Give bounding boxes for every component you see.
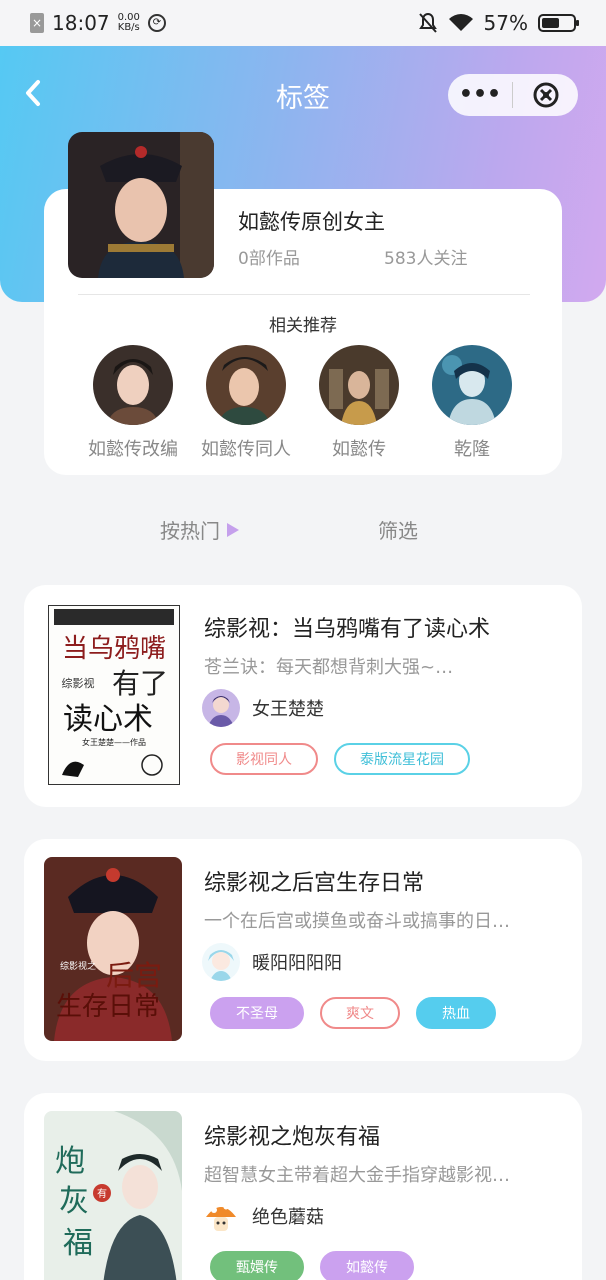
related-avatar <box>319 345 399 425</box>
book-tag[interactable]: 爽文 <box>320 997 400 1029</box>
wifi-icon <box>448 14 473 31</box>
net-speed-unit: KB/s <box>117 22 140 33</box>
book-cover: 当乌鸦嘴 综影视 有了 读心术 女王楚楚——作品 <box>48 605 180 785</box>
close-button[interactable] <box>513 81 578 109</box>
book-description: 一个在后宫或摸鱼或奋斗或搞事的日… <box>204 911 510 932</box>
book-tag[interactable]: 如懿传 <box>320 1251 414 1280</box>
play-triangle-icon <box>227 522 239 537</box>
book-tags: 影视同人 泰版流星花园 <box>210 743 470 775</box>
related-avatar <box>206 345 286 425</box>
tag-cover-image <box>68 132 214 278</box>
related-label: 乾隆 <box>454 439 490 460</box>
author-name: 绝色蘑菇 <box>252 1207 324 1228</box>
tag-works-count: 0部作品 <box>238 249 300 269</box>
book-author: 女王楚楚 <box>202 689 324 727</box>
book-cover: 炮 灰 福 有 <box>44 1111 182 1280</box>
battery-percent: 57% <box>483 11 528 35</box>
no-sim-icon: × <box>30 13 44 33</box>
related-avatar <box>432 345 512 425</box>
book-title: 综影视之后宫生存日常 <box>204 871 425 896</box>
mute-bell-icon <box>418 12 437 33</box>
book-tags: 甄嬛传 如懿传 <box>210 1251 414 1280</box>
author-avatar <box>202 689 240 727</box>
sort-hot-label: 按热门 <box>160 519 220 543</box>
related-item[interactable]: 如懿传 <box>299 345 419 461</box>
related-item[interactable]: 如懿传改编 <box>73 345 193 461</box>
author-avatar <box>202 943 240 981</box>
cover-text: 有了 <box>112 667 168 700</box>
net-speed: 0.00 KB/s <box>118 13 140 33</box>
author-avatar <box>202 1197 240 1235</box>
cover-text: 当乌鸦嘴 <box>62 634 166 664</box>
book-card[interactable]: 后宫 生存日常 综影视之 综影视之后宫生存日常 一个在后宫或摸鱼或奋斗或搞事的日… <box>24 839 582 1061</box>
book-card[interactable]: 当乌鸦嘴 综影视 有了 读心术 女王楚楚——作品 综影视：当乌鸦嘴有了读心术 苍… <box>24 585 582 807</box>
sort-hot-button[interactable]: 按热门 <box>160 515 240 544</box>
cover-text: 读心术 <box>63 702 153 737</box>
cover-text: 生存日常 <box>56 992 160 1022</box>
status-bar: × 18:07 0.00 KB/s ⟳ 57% <box>0 0 606 46</box>
related-title: 相关推荐 <box>269 316 337 336</box>
tag-name: 如懿传原创女主 <box>238 210 385 234</box>
book-title: 综影视：当乌鸦嘴有了读心术 <box>204 617 491 642</box>
cover-text: 有 <box>97 1187 107 1200</box>
book-author: 暖阳阳阳阳 <box>202 943 342 981</box>
author-name: 暖阳阳阳阳 <box>252 953 342 974</box>
miniapp-capsule: ••• <box>448 74 578 116</box>
book-tag[interactable]: 影视同人 <box>210 743 318 775</box>
book-tag[interactable]: 不圣母 <box>210 997 304 1029</box>
book-tag[interactable]: 甄嬛传 <box>210 1251 304 1280</box>
more-button[interactable]: ••• <box>448 84 512 106</box>
battery-fill <box>542 18 560 28</box>
filter-button[interactable]: 筛选 <box>378 515 418 544</box>
book-description: 苍兰诀：每天都想背刺大强~… <box>204 657 454 678</box>
related-avatar <box>93 345 173 425</box>
cover-text: 女王楚楚——作品 <box>82 737 146 747</box>
sync-icon: ⟳ <box>147 14 166 32</box>
related-label: 如懿传同人 <box>201 439 291 460</box>
cover-text: 福 <box>63 1226 93 1261</box>
book-tag[interactable]: 热血 <box>416 997 496 1029</box>
related-item[interactable]: 乾隆 <box>412 345 532 461</box>
book-tag[interactable]: 泰版流星花园 <box>334 743 470 775</box>
book-title: 综影视之炮灰有福 <box>204 1125 381 1150</box>
divider <box>78 294 530 295</box>
cover-text: 炮 <box>55 1144 85 1179</box>
cover-text: 灰 <box>59 1184 89 1219</box>
related-label: 如懿传 <box>332 439 386 460</box>
book-cover: 后宫 生存日常 综影视之 <box>44 857 182 1041</box>
close-circle-icon <box>533 82 558 108</box>
cover-text: 综影视之 <box>60 960 96 972</box>
book-tags: 不圣母 爽文 热血 <box>210 997 496 1029</box>
book-description: 超智慧女主带着超大金手指穿越影视… <box>204 1165 510 1186</box>
related-label: 如懿传改编 <box>88 439 178 460</box>
status-time: 18:07 <box>52 11 110 35</box>
book-author: 绝色蘑菇 <box>202 1197 324 1235</box>
cover-text: 综影视 <box>62 676 95 690</box>
author-name: 女王楚楚 <box>252 699 324 720</box>
related-item[interactable]: 如懿传同人 <box>186 345 306 461</box>
cover-text: 后宫 <box>106 959 162 992</box>
book-card[interactable]: 炮 灰 福 有 综影视之炮灰有福 超智慧女主带着超大金手指穿越影视… 绝色蘑菇 … <box>24 1093 582 1280</box>
tag-followers-count[interactable]: 583人关注 <box>384 244 467 269</box>
battery-icon <box>538 14 579 32</box>
